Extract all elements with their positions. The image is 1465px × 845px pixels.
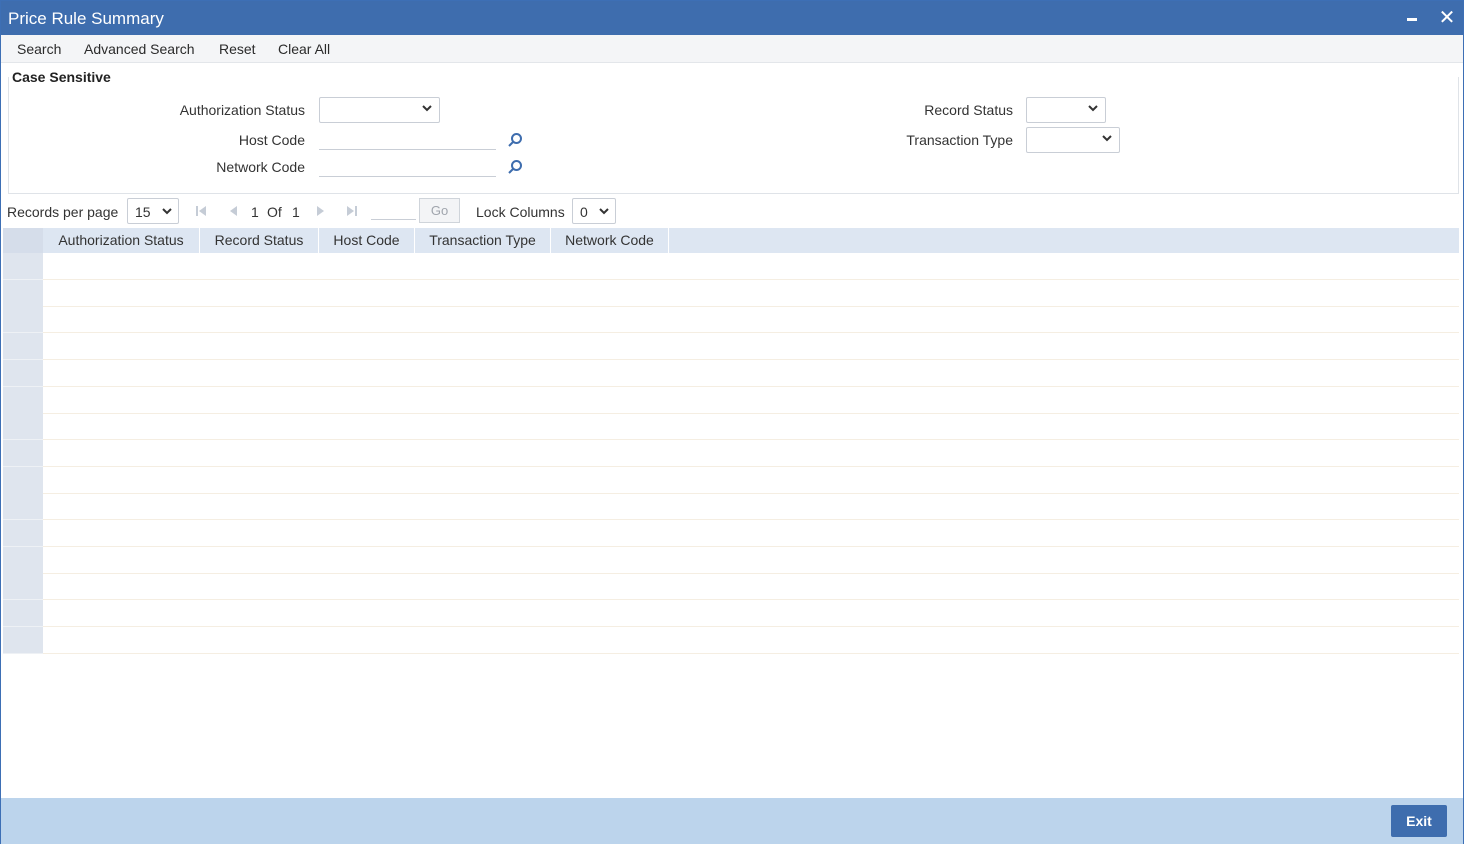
search-button[interactable]: Search <box>17 41 61 57</box>
table-row[interactable] <box>3 413 1459 441</box>
minimize-icon[interactable] <box>1401 7 1423 29</box>
row-select-cell[interactable] <box>3 413 43 441</box>
chevron-down-icon <box>162 208 172 215</box>
exit-button[interactable]: Exit <box>1391 805 1447 837</box>
clear-all-button[interactable]: Clear All <box>278 41 330 57</box>
go-button[interactable]: Go <box>419 198 460 223</box>
row-select-cell[interactable] <box>3 466 43 494</box>
row-select-cell[interactable] <box>3 439 43 467</box>
table-row[interactable] <box>3 546 1459 574</box>
column-header-host-code[interactable]: Host Code <box>319 228 415 253</box>
table-row[interactable] <box>3 279 1459 307</box>
column-header-transaction-type[interactable]: Transaction Type <box>415 228 551 253</box>
go-to-page-input[interactable] <box>371 200 416 220</box>
records-per-page-label: Records per page <box>7 204 119 220</box>
row-select-cell[interactable] <box>3 626 43 654</box>
table-row[interactable] <box>3 626 1459 654</box>
column-header-network-code[interactable]: Network Code <box>551 228 669 253</box>
pagination-bar: Records per page 15 1 Of 1 Go Lock Colum… <box>1 198 1463 226</box>
of-label: Of <box>267 204 282 220</box>
record-status-label: Record Status <box>924 102 1013 118</box>
select-all-cell[interactable] <box>3 228 43 253</box>
chevron-down-icon <box>422 105 432 112</box>
authorization-status-select[interactable] <box>319 97 440 123</box>
row-select-cell[interactable] <box>3 520 43 547</box>
lock-columns-value: 0 <box>580 204 588 220</box>
chevron-down-icon <box>1102 135 1112 142</box>
transaction-type-label: Transaction Type <box>906 132 1013 148</box>
row-select-cell[interactable] <box>3 306 43 334</box>
advanced-search-button[interactable]: Advanced Search <box>84 41 195 57</box>
row-select-cell[interactable] <box>3 253 43 280</box>
toolbar: Search Advanced Search Reset Clear All <box>1 35 1463 63</box>
transaction-type-select[interactable] <box>1026 127 1120 153</box>
table-row[interactable] <box>3 466 1459 494</box>
total-pages: 1 <box>292 204 300 220</box>
table-row[interactable] <box>3 253 1459 280</box>
table-row[interactable] <box>3 493 1459 521</box>
table-row[interactable] <box>3 306 1459 334</box>
records-per-page-value: 15 <box>135 204 151 220</box>
last-page-icon[interactable] <box>345 204 359 218</box>
table-row[interactable] <box>3 333 1459 361</box>
host-code-label: Host Code <box>238 132 305 148</box>
records-per-page-select[interactable]: 15 <box>127 198 179 224</box>
close-icon[interactable]: ✕ <box>1436 7 1458 29</box>
footer-bar: Exit <box>1 798 1463 844</box>
search-icon[interactable] <box>507 159 523 175</box>
table-row[interactable] <box>3 359 1459 387</box>
chevron-down-icon <box>1088 105 1098 112</box>
previous-page-icon[interactable] <box>226 204 240 218</box>
case-sensitive-legend: Case Sensitive <box>12 69 114 85</box>
table-row[interactable] <box>3 386 1459 414</box>
record-status-select[interactable] <box>1026 97 1106 123</box>
next-page-icon[interactable] <box>314 204 328 218</box>
price-rule-summary-window: Price Rule Summary ✕ Search Advanced Sea… <box>0 0 1464 844</box>
network-code-label: Network Code <box>216 159 305 175</box>
column-header-authorization-status[interactable]: Authorization Status <box>43 228 200 253</box>
row-select-cell[interactable] <box>3 493 43 521</box>
network-code-input[interactable] <box>319 155 496 177</box>
row-select-cell[interactable] <box>3 359 43 387</box>
table-row[interactable] <box>3 600 1459 628</box>
column-header-record-status[interactable]: Record Status <box>200 228 319 253</box>
row-select-cell[interactable] <box>3 600 43 628</box>
row-select-cell[interactable] <box>3 573 43 601</box>
lock-columns-label: Lock Columns <box>476 204 565 220</box>
chevron-down-icon <box>599 208 609 215</box>
host-code-input[interactable] <box>319 128 496 150</box>
grid-header: Authorization Status Record Status Host … <box>3 228 1459 253</box>
row-select-cell[interactable] <box>3 333 43 361</box>
row-select-cell[interactable] <box>3 279 43 307</box>
row-select-cell[interactable] <box>3 546 43 574</box>
table-row[interactable] <box>3 573 1459 601</box>
lock-columns-select[interactable]: 0 <box>572 198 616 224</box>
search-icon[interactable] <box>507 132 523 148</box>
table-row[interactable] <box>3 520 1459 547</box>
window-title: Price Rule Summary <box>8 9 164 28</box>
first-page-icon[interactable] <box>194 204 208 218</box>
table-row[interactable] <box>3 439 1459 467</box>
current-page: 1 <box>251 204 259 220</box>
reset-button[interactable]: Reset <box>219 41 256 57</box>
authorization-status-label: Authorization Status <box>179 102 305 118</box>
row-select-cell[interactable] <box>3 386 43 414</box>
title-bar: Price Rule Summary ✕ <box>1 1 1463 35</box>
